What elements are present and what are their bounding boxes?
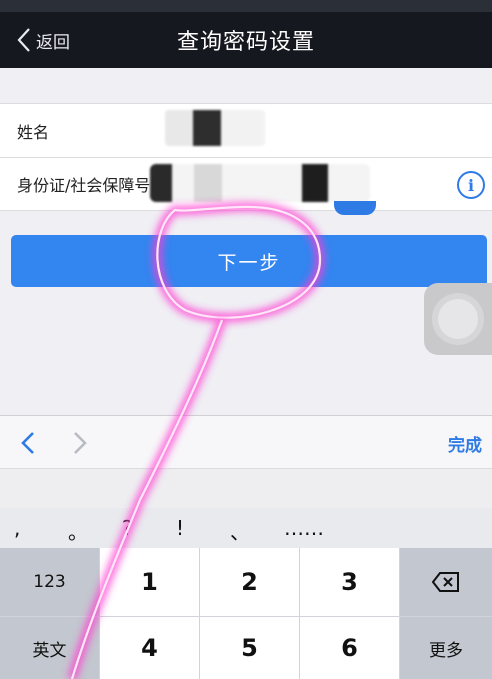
suggestion-bar bbox=[0, 468, 492, 508]
backspace-icon bbox=[432, 572, 459, 592]
chevron-right-icon[interactable] bbox=[70, 430, 90, 456]
id-label: 身份证/社会保障号 bbox=[17, 176, 151, 195]
punct-key[interactable]: …… bbox=[284, 516, 324, 540]
delete-key[interactable] bbox=[400, 548, 492, 616]
punct-key[interactable]: 、 bbox=[230, 516, 250, 545]
name-label: 姓名 bbox=[17, 122, 50, 142]
key-6[interactable]: 6 bbox=[300, 617, 399, 679]
keyboard: 123 1 2 3 英文 4 5 6 更多 bbox=[0, 548, 492, 679]
status-bar bbox=[0, 0, 492, 12]
form-list: 姓名 身份证/社会保障号 i bbox=[0, 103, 492, 211]
key-2[interactable]: 2 bbox=[200, 548, 299, 616]
id-field-redacted[interactable] bbox=[150, 164, 370, 202]
done-button[interactable]: 完成 bbox=[448, 431, 482, 456]
page-title: 查询密码设置 bbox=[176, 30, 315, 55]
key-1[interactable]: 1 bbox=[100, 548, 199, 616]
nav-bar: 返回 查询密码设置 bbox=[0, 12, 492, 68]
key-5[interactable]: 5 bbox=[200, 617, 299, 679]
name-row[interactable]: 姓名 bbox=[0, 104, 492, 157]
punct-key[interactable]: ? bbox=[122, 516, 133, 540]
key-123[interactable]: 123 bbox=[0, 548, 99, 616]
id-row[interactable]: 身份证/社会保障号 i bbox=[0, 157, 492, 210]
key-english[interactable]: 英文 bbox=[0, 617, 99, 679]
toggle-edge bbox=[334, 201, 376, 215]
key-4[interactable]: 4 bbox=[100, 617, 199, 679]
key-more[interactable]: 更多 bbox=[400, 617, 492, 679]
key-3[interactable]: 3 bbox=[300, 548, 399, 616]
name-field-redacted[interactable] bbox=[165, 110, 265, 146]
chevron-left-icon[interactable] bbox=[18, 430, 38, 456]
info-icon[interactable]: i bbox=[457, 171, 485, 199]
assistive-touch-icon[interactable] bbox=[424, 283, 492, 355]
keyboard-toolbar: 完成 bbox=[0, 415, 492, 468]
punct-key[interactable]: , bbox=[14, 516, 20, 540]
punct-key[interactable]: 。 bbox=[68, 516, 88, 545]
punct-key[interactable]: ! bbox=[176, 516, 184, 540]
next-step-button[interactable]: 下一步 bbox=[11, 235, 487, 287]
punctuation-row: , 。 ? ! 、 …… bbox=[0, 508, 492, 548]
